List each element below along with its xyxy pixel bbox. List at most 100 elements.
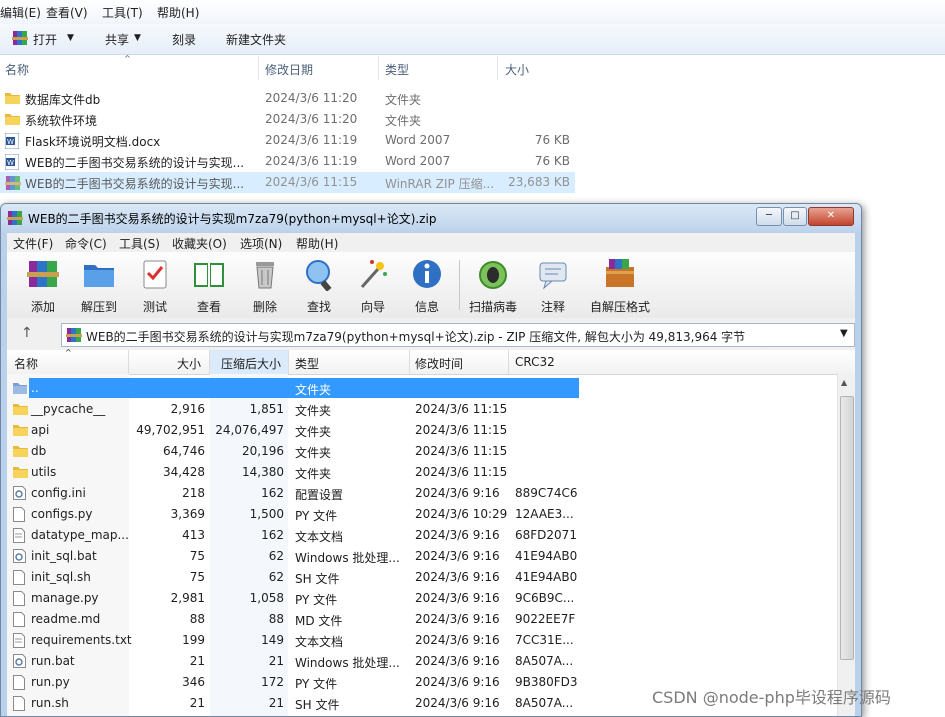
menu-edit[interactable]: 编辑(E) xyxy=(0,4,41,21)
folder-icon xyxy=(13,444,28,458)
archive-row[interactable]: .. 文件夹 xyxy=(7,378,597,399)
info-button[interactable]: 信息 xyxy=(399,254,455,316)
archive-row[interactable]: run.sh 21 21 SH 文件 2024/3/6 9:16 8A507A... xyxy=(7,693,597,714)
archive-row[interactable]: requirements.txt 199 149 文本文档 2024/3/6 9:16 7… xyxy=(7,630,597,651)
burn-button[interactable]: 刻录 xyxy=(172,31,196,48)
file-size: 76 KB xyxy=(534,133,570,147)
column-size[interactable]: 大小 xyxy=(505,61,529,78)
dropdown-arrow-icon[interactable]: ▼ xyxy=(840,328,848,339)
explorer-row[interactable]: W Flask环境说明文档.docx 2024/3/6 11:19 Word 2007… xyxy=(0,130,580,151)
column-divider[interactable] xyxy=(258,56,259,80)
column-name[interactable]: 名称 xyxy=(14,355,38,372)
file-packed-size: 88 xyxy=(268,612,284,626)
menu-help[interactable]: 帮助(H) xyxy=(296,235,338,252)
file-name: init_sql.sh xyxy=(31,570,91,584)
file-type: WinRAR ZIP 压缩... xyxy=(385,177,495,191)
archive-row[interactable]: config.ini 218 162 配置设置 2024/3/6 9:16 889C74C… xyxy=(7,483,597,504)
archive-row[interactable]: run.bat 21 21 Windows 批处理... 2024/3/6 9:16 8A… xyxy=(7,651,597,672)
winrar-title-bar[interactable]: WEB的二手图书交易系统的设计与实现m7za79(python+mysql+论文… xyxy=(1,204,861,232)
comment-button[interactable]: 注释 xyxy=(525,254,581,316)
file-name: 系统软件环境 xyxy=(25,114,98,128)
archive-row[interactable]: readme.md 88 88 MD 文件 2024/3/6 9:16 9022EE7F xyxy=(7,609,597,630)
archive-row[interactable]: __pycache__ 2,916 1,851 文件夹 2024/3/6 11:15 xyxy=(7,399,597,420)
archive-row[interactable]: db 64,746 20,196 文件夹 2024/3/6 11:15 xyxy=(7,441,597,462)
archive-row[interactable]: manage.py 2,981 1,058 PY 文件 2024/3/6 9:16 9C6… xyxy=(7,588,597,609)
explorer-row[interactable]: W WEB的二手图书交易系统的设计与实现... 2024/3/6 11:19 Word… xyxy=(0,151,580,172)
explorer-row[interactable]: 数据库文件db 2024/3/6 11:20 文件夹 xyxy=(0,88,580,109)
scroll-up-icon[interactable]: ▲ xyxy=(841,378,847,387)
sfx-button[interactable]: 自解压格式 xyxy=(585,254,655,316)
toolbar-label: 注释 xyxy=(540,300,565,314)
text-file-icon xyxy=(13,633,27,648)
column-divider[interactable] xyxy=(508,350,509,374)
column-date[interactable]: 修改日期 xyxy=(265,61,313,78)
scrollbar-thumb[interactable] xyxy=(840,396,854,660)
up-arrow-icon[interactable]: ↑ xyxy=(21,325,33,341)
column-type[interactable]: 类型 xyxy=(295,355,319,372)
column-divider[interactable] xyxy=(409,350,410,374)
find-button[interactable]: 查找 xyxy=(291,254,347,316)
open-button[interactable]: 打开 xyxy=(33,31,57,48)
archive-row[interactable]: datatype_map... 413 162 文本文档 2024/3/6 9:16 68… xyxy=(7,525,597,546)
view-button[interactable]: 查看 xyxy=(181,254,237,316)
test-button[interactable]: 测试 xyxy=(127,254,183,316)
explorer-row[interactable]: 系统软件环境 2024/3/6 11:20 文件夹 xyxy=(0,109,580,130)
menu-commands[interactable]: 命令(C) xyxy=(65,235,107,252)
menu-tools[interactable]: 工具(T) xyxy=(102,4,143,21)
archive-row[interactable]: init_sql.sh 75 62 SH 文件 2024/3/6 9:16 41E94AB… xyxy=(7,567,597,588)
file-packed-size: 21 xyxy=(268,696,284,710)
word-doc-icon: W xyxy=(4,132,20,150)
menu-favorites[interactable]: 收藏夹(O) xyxy=(172,235,227,252)
chevron-down-icon[interactable]: ▼ xyxy=(67,33,74,43)
extract-to-button[interactable]: 解压到 xyxy=(71,254,127,316)
menu-tools[interactable]: 工具(S) xyxy=(119,235,160,252)
file-mtime: 2024/3/6 11:15 xyxy=(415,465,508,479)
maximize-button[interactable]: □ xyxy=(783,207,807,226)
file-type: Word 2007 xyxy=(385,154,451,168)
column-mtime[interactable]: 修改时间 xyxy=(415,355,463,372)
column-divider[interactable] xyxy=(288,350,289,374)
explorer-row[interactable]: WEB的二手图书交易系统的设计与实现... 2024/3/6 11:15 WinRA… xyxy=(0,172,575,193)
archive-row[interactable]: init_sql.bat 75 62 Windows 批处理... 2024/3/6 9… xyxy=(7,546,597,567)
close-button[interactable]: ✕ xyxy=(808,207,854,226)
archive-row[interactable]: run.py 346 172 PY 文件 2024/3/6 9:16 9B380FD3 xyxy=(7,672,597,693)
file-name: manage.py xyxy=(31,591,99,605)
wizard-button[interactable]: 向导 xyxy=(345,254,401,316)
menu-file[interactable]: 文件(F) xyxy=(13,235,53,252)
file-crc32: 9C6B9C... xyxy=(515,591,575,605)
delete-button[interactable]: 删除 xyxy=(237,254,293,316)
folder-icon xyxy=(82,257,116,291)
file-icon xyxy=(13,591,27,606)
file-mtime: 2024/3/6 9:16 xyxy=(415,486,500,500)
archive-row[interactable]: api 49,702,951 24,076,497 文件夹 2024/3/6 11:15 xyxy=(7,420,597,441)
file-packed-size: 162 xyxy=(261,528,284,542)
file-name: run.sh xyxy=(31,696,69,710)
file-mtime: 2024/3/6 9:16 xyxy=(415,570,500,584)
share-button[interactable]: 共享 xyxy=(105,31,129,48)
column-type[interactable]: 类型 xyxy=(385,61,409,78)
archive-row[interactable]: configs.py 3,369 1,500 PY 文件 2024/3/6 10:29 1… xyxy=(7,504,597,525)
menu-help[interactable]: 帮助(H) xyxy=(157,4,199,21)
scan-virus-button[interactable]: 扫描病毒 xyxy=(465,254,521,316)
file-size: 218 xyxy=(182,486,205,500)
chevron-down-icon[interactable]: ▼ xyxy=(134,33,141,43)
vertical-scrollbar[interactable]: ▲ xyxy=(837,374,855,716)
file-size: 49,702,951 xyxy=(136,423,205,437)
menu-options[interactable]: 选项(N) xyxy=(240,235,282,252)
menu-view[interactable]: 查看(V) xyxy=(46,4,88,21)
column-size[interactable]: 大小 xyxy=(177,355,201,372)
archive-row[interactable]: utils 34,428 14,380 文件夹 2024/3/6 11:15 xyxy=(7,462,597,483)
add-button[interactable]: 添加 xyxy=(15,254,71,316)
column-packed[interactable]: 压缩后大小 xyxy=(221,355,281,372)
folder-icon xyxy=(5,91,20,104)
text-file-icon xyxy=(13,528,27,543)
column-divider[interactable] xyxy=(497,56,498,80)
archive-path-field[interactable]: WEB的二手图书交易系统的设计与实现m7za79(python+mysql+论文… xyxy=(61,323,855,347)
new-folder-button[interactable]: 新建文件夹 xyxy=(226,31,286,48)
column-name[interactable]: 名称 xyxy=(5,61,29,78)
minimize-button[interactable]: ─ xyxy=(756,207,782,226)
file-type: PY 文件 xyxy=(295,509,338,523)
column-divider[interactable] xyxy=(378,56,379,80)
column-crc32[interactable]: CRC32 xyxy=(515,355,555,369)
column-divider[interactable] xyxy=(128,350,129,374)
